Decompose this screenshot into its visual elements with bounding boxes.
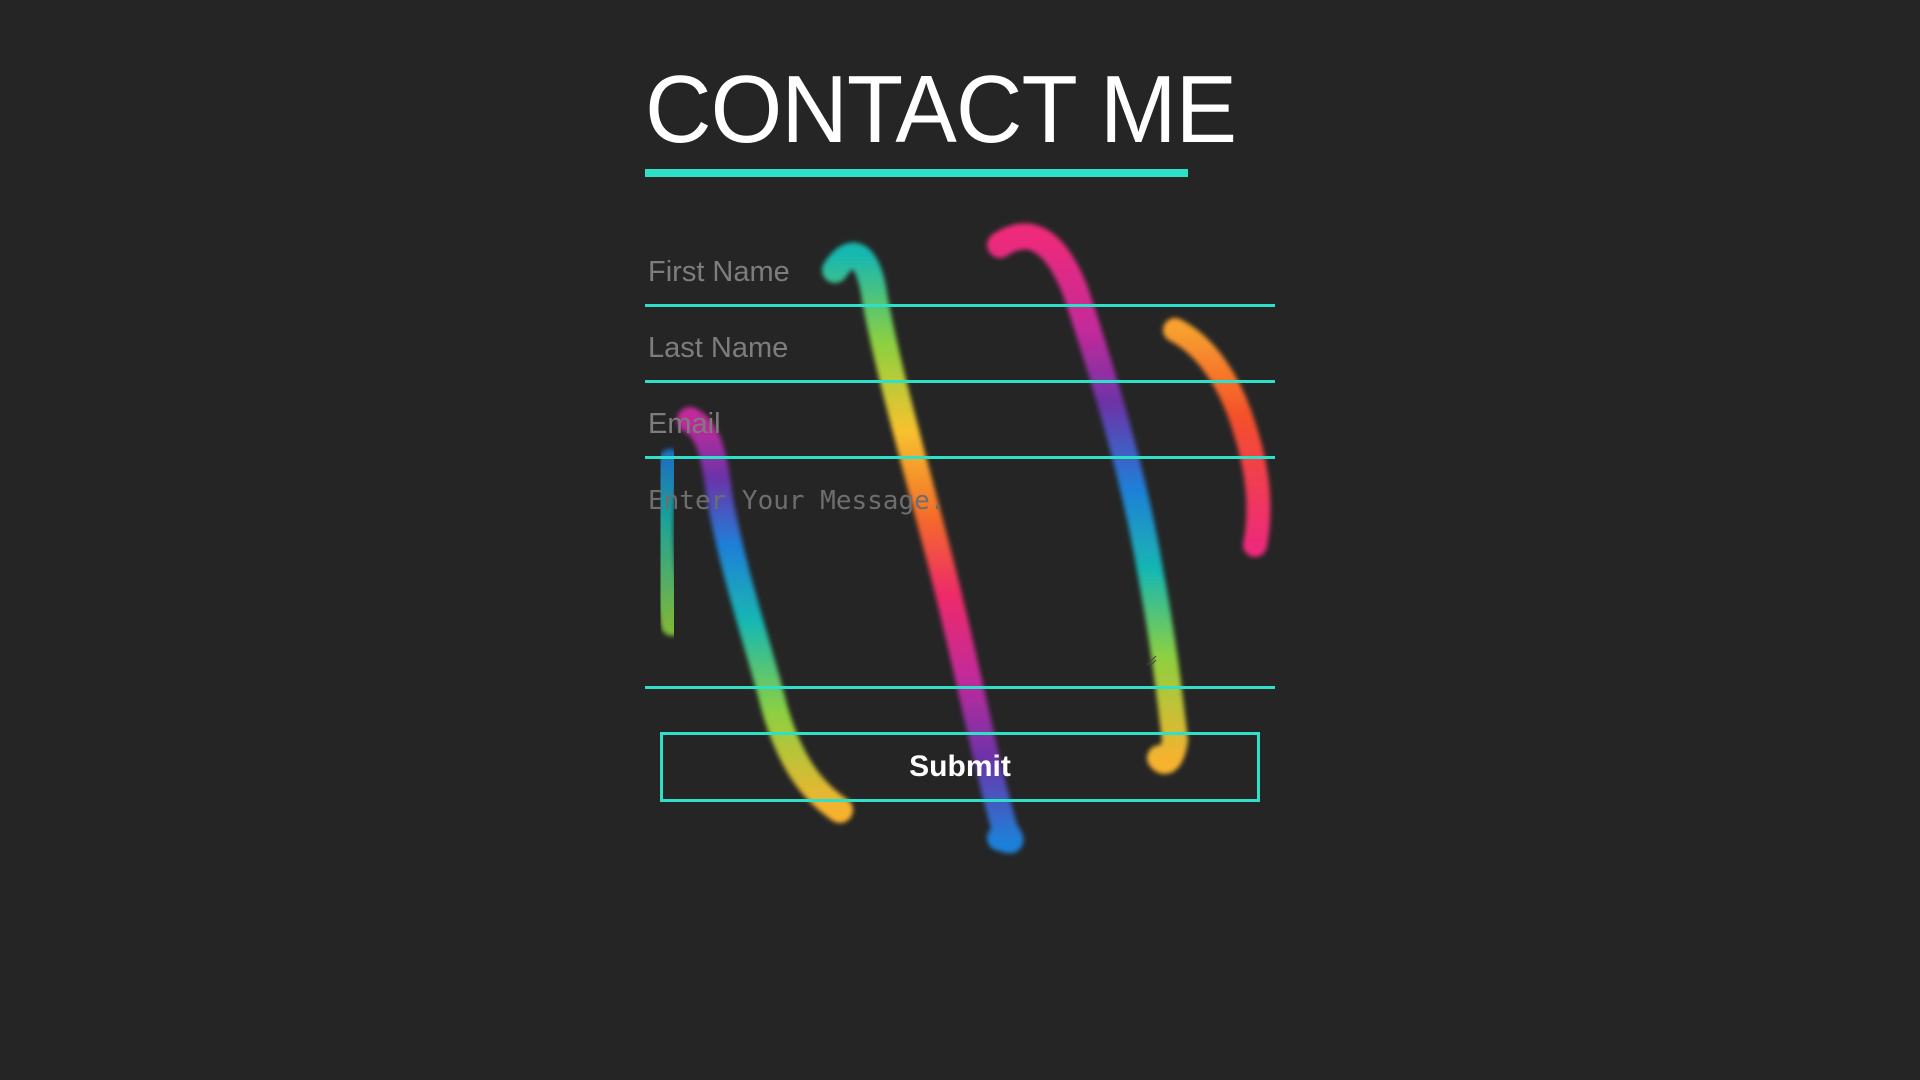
first-name-input[interactable] <box>645 240 1271 304</box>
message-field-wrapper <box>645 468 1275 689</box>
contact-form: Submit <box>645 240 1275 802</box>
message-textarea[interactable] <box>645 468 1275 686</box>
email-input[interactable] <box>645 392 1271 456</box>
last-name-field-wrapper <box>645 316 1275 383</box>
submit-button[interactable]: Submit <box>660 732 1260 802</box>
contact-page: CONTACT ME First Name Last Name Email En… <box>0 0 1920 1080</box>
email-field-wrapper <box>645 392 1275 459</box>
page-header: CONTACT ME <box>645 56 1237 177</box>
last-name-input[interactable] <box>645 316 1271 380</box>
title-underline <box>645 169 1188 177</box>
page-title: CONTACT ME <box>645 56 1237 163</box>
first-name-field-wrapper <box>645 240 1275 307</box>
